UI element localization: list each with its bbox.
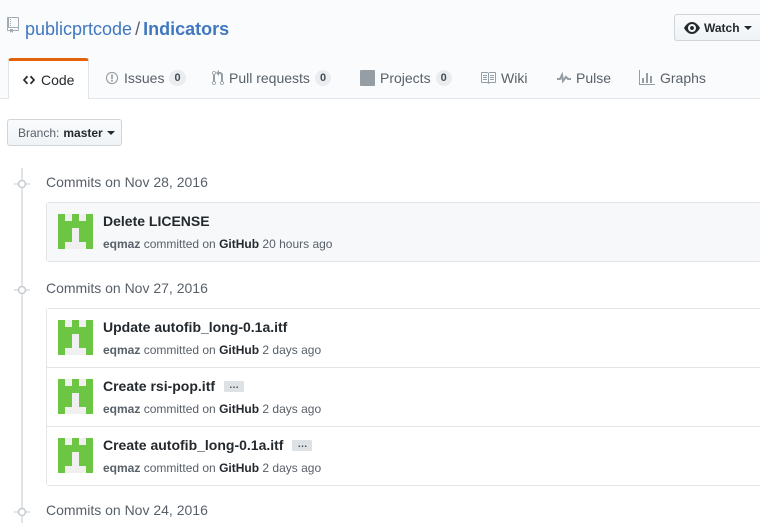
- chevron-down-icon: [743, 25, 752, 30]
- expand-commit-button[interactable]: …: [224, 380, 245, 392]
- tab-pull-requests-label: Pull requests: [229, 70, 310, 86]
- tab-issues[interactable]: Issues 0: [105, 58, 186, 98]
- git-pull-request-icon: [212, 70, 224, 86]
- repo-header: publicprtcode / Indicators Watch Code Issu…: [0, 0, 760, 99]
- commit-author-link[interactable]: eqmaz: [103, 461, 140, 475]
- commit-message: Create autofib_long-0.1a.itf: [103, 437, 284, 453]
- commit-list: Delete LICENSE eqmaz committed on GitHub…: [46, 202, 760, 262]
- commit-time: 2 days ago: [262, 461, 322, 475]
- commit-group-date: Commits on Nov 24, 2016: [46, 502, 208, 518]
- pulse-icon: [557, 70, 571, 86]
- tab-graphs-label: Graphs: [660, 70, 706, 86]
- commit-author-link[interactable]: eqmaz: [103, 402, 140, 416]
- branch-prefix-label: Branch:: [18, 125, 60, 140]
- commit-action-text: committed on: [143, 343, 216, 357]
- project-icon: [360, 70, 375, 86]
- commit-item: Create rsi-pop.itf … eqmaz committed on …: [47, 367, 760, 426]
- commit-committer: GitHub: [219, 402, 260, 416]
- commit-message-link[interactable]: Create autofib_long-0.1a.itf …: [103, 437, 313, 453]
- issues-count-badge: 0: [169, 70, 186, 86]
- git-commit-icon: [14, 283, 30, 299]
- commit-message-link[interactable]: Create rsi-pop.itf …: [103, 378, 245, 394]
- branch-name: master: [63, 125, 103, 140]
- commit-message-link[interactable]: Delete LICENSE: [103, 213, 210, 229]
- watch-label: Watch: [704, 20, 740, 35]
- avatar[interactable]: [58, 320, 93, 355]
- tab-pulse[interactable]: Pulse: [557, 58, 611, 98]
- commit-time: 20 hours ago: [262, 237, 333, 251]
- projects-count-badge: 0: [435, 70, 452, 86]
- commit-author-link[interactable]: eqmaz: [103, 237, 140, 251]
- tab-pull-requests[interactable]: Pull requests 0: [212, 58, 332, 98]
- branch-select-button[interactable]: Branch: master: [7, 119, 122, 146]
- commit-group-header: Commits on Nov 24, 2016: [0, 499, 760, 523]
- commit-meta: eqmaz committed on GitHub 2 days ago: [103, 402, 321, 416]
- tab-projects[interactable]: Projects 0: [360, 58, 452, 98]
- issue-icon: [105, 71, 119, 85]
- commit-group-header: Commits on Nov 27, 2016: [0, 277, 760, 301]
- commit-meta: eqmaz committed on GitHub 2 days ago: [103, 461, 321, 475]
- tab-graphs[interactable]: Graphs: [639, 58, 706, 98]
- commit-group-header: Commits on Nov 28, 2016: [0, 171, 760, 195]
- commit-item: Create autofib_long-0.1a.itf … eqmaz com…: [47, 426, 760, 485]
- tab-issues-label: Issues: [124, 70, 165, 86]
- repo-title: publicprtcode / Indicators: [25, 17, 229, 41]
- commit-committer: GitHub: [219, 343, 260, 357]
- timeline-line: [21, 168, 23, 523]
- tab-wiki-label: Wiki: [501, 70, 528, 86]
- pull-requests-count-badge: 0: [314, 70, 332, 86]
- commit-list: Update autofib_long-0.1a.itf eqmaz commi…: [46, 308, 760, 486]
- chevron-down-icon: [106, 130, 115, 135]
- repo-owner-link[interactable]: publicprtcode: [25, 19, 132, 39]
- git-commit-icon: [14, 505, 30, 521]
- commit-time: 2 days ago: [262, 402, 322, 416]
- repo-nav-tabs: Code Issues 0 Pull requests 0 Projects 0: [0, 58, 760, 99]
- tab-code[interactable]: Code: [8, 58, 89, 99]
- commit-item: Update autofib_long-0.1a.itf eqmaz commi…: [47, 309, 760, 367]
- commit-meta: eqmaz committed on GitHub 20 hours ago: [103, 237, 332, 251]
- repo-icon: [7, 17, 19, 36]
- commit-group-date: Commits on Nov 28, 2016: [46, 174, 208, 190]
- graph-icon: [639, 70, 655, 86]
- eye-icon: [684, 20, 700, 36]
- commit-action-text: committed on: [143, 461, 216, 475]
- commit-meta: eqmaz committed on GitHub 2 days ago: [103, 343, 321, 357]
- commit-message-link[interactable]: Update autofib_long-0.1a.itf: [103, 319, 287, 335]
- repo-name-link[interactable]: Indicators: [143, 19, 229, 39]
- repo-path-separator: /: [135, 19, 141, 39]
- commit-action-text: committed on: [143, 402, 216, 416]
- tab-pulse-label: Pulse: [576, 70, 612, 86]
- book-icon: [480, 70, 496, 86]
- tab-projects-label: Projects: [380, 70, 431, 86]
- avatar[interactable]: [58, 214, 93, 249]
- watch-button[interactable]: Watch: [674, 14, 760, 41]
- git-commit-icon: [14, 177, 30, 193]
- expand-commit-button[interactable]: …: [292, 439, 313, 451]
- commit-author-link[interactable]: eqmaz: [103, 343, 140, 357]
- commit-message: Delete LICENSE: [103, 213, 210, 229]
- commit-item: Delete LICENSE eqmaz committed on GitHub…: [47, 203, 760, 261]
- commit-committer: GitHub: [219, 461, 260, 475]
- commit-group-date: Commits on Nov 27, 2016: [46, 280, 208, 296]
- tab-wiki[interactable]: Wiki: [480, 58, 527, 98]
- code-icon: [22, 73, 36, 87]
- commit-message: Create rsi-pop.itf: [103, 378, 216, 394]
- tab-code-label: Code: [41, 72, 75, 88]
- commit-action-text: committed on: [143, 237, 216, 251]
- commit-time: 2 days ago: [262, 343, 322, 357]
- avatar[interactable]: [58, 438, 93, 473]
- avatar[interactable]: [58, 379, 93, 414]
- commit-message: Update autofib_long-0.1a.itf: [103, 319, 288, 335]
- commit-committer: GitHub: [219, 237, 260, 251]
